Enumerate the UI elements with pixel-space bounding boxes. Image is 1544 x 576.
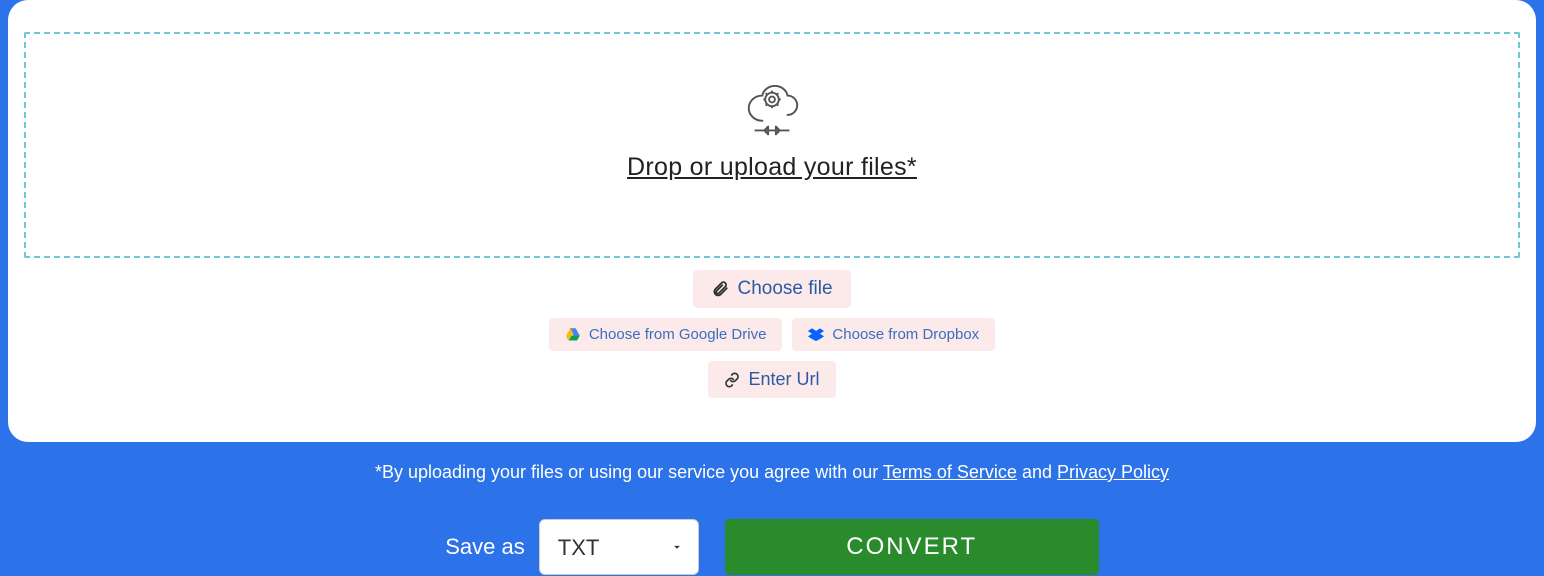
google-drive-icon (565, 327, 581, 343)
disclaimer-text: *By uploading your files or using our se… (0, 462, 1544, 483)
link-icon (724, 372, 740, 388)
dropbox-icon (808, 327, 824, 343)
disclaimer-prefix: *By uploading your files or using our se… (375, 462, 883, 482)
choose-file-button[interactable]: Choose file (693, 270, 850, 308)
convert-button[interactable]: CONVERT (725, 519, 1099, 575)
dropbox-button[interactable]: Choose from Dropbox (792, 318, 995, 351)
cloud-upload-icon (741, 85, 803, 141)
terms-link[interactable]: Terms of Service (883, 462, 1017, 482)
privacy-link[interactable]: Privacy Policy (1057, 462, 1169, 482)
upload-card: Drop or upload your files* Choose file (8, 0, 1536, 442)
enter-url-button[interactable]: Enter Url (708, 361, 835, 398)
action-row: Save as TXT CONVERT (0, 519, 1544, 575)
save-as-label: Save as (445, 534, 525, 560)
enter-url-label: Enter Url (748, 369, 819, 390)
dropzone-heading: Drop or upload your files* (627, 153, 917, 182)
format-select[interactable]: TXT (539, 519, 699, 575)
attachment-icon (711, 280, 729, 298)
google-drive-label: Choose from Google Drive (589, 326, 767, 343)
disclaimer-mid: and (1017, 462, 1057, 482)
dropbox-label: Choose from Dropbox (832, 326, 979, 343)
choose-file-label: Choose file (737, 278, 832, 300)
dropzone[interactable]: Drop or upload your files* (24, 32, 1520, 258)
google-drive-button[interactable]: Choose from Google Drive (549, 318, 783, 351)
